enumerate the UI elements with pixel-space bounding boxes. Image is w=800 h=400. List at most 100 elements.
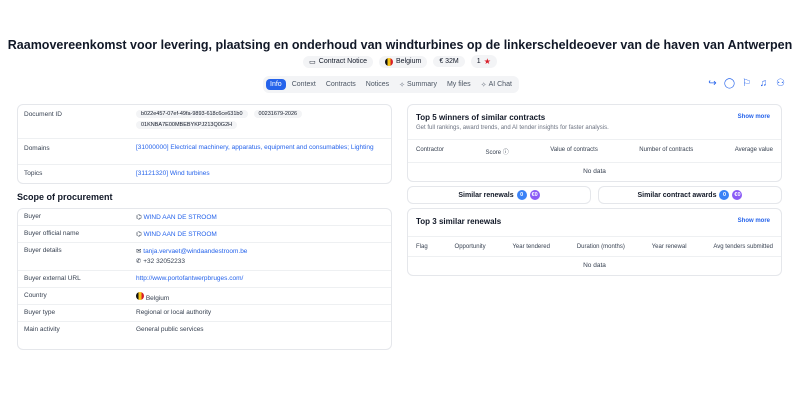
bell-icon[interactable]: ♫ <box>758 76 769 90</box>
column-header[interactable]: Value of contracts <box>550 147 598 156</box>
country: Belgium <box>396 58 422 65</box>
buyer-official-name: WIND AAN DE STROOM <box>143 231 217 238</box>
similar-awards-label: Similar contract awards <box>637 191 717 199</box>
external-url-row: Buyer external URL http://www.portofantw… <box>18 271 391 288</box>
tab-bar: Info Context Contracts Notices ✧ Summary … <box>263 76 519 93</box>
tab-notices[interactable]: Notices <box>362 79 393 90</box>
country-label: Country <box>24 292 47 299</box>
winners-show-more-link[interactable]: Show more <box>738 114 770 120</box>
flag-icon[interactable]: ⚐ <box>741 76 752 90</box>
buyer-phone: +32 32052233 <box>143 258 186 265</box>
winners-subtitle: Get full rankings, award trends, and AI … <box>416 125 609 131</box>
belgium-flag-icon <box>136 292 144 300</box>
document-id-values: b022e457-07ef-49fa-9893-618c6ce631b0 0023… <box>130 105 391 138</box>
notice-type-chip: ▭ Contract Notice <box>303 55 374 68</box>
country-row: Country Belgium <box>18 288 391 305</box>
tab-ai-chat-label: AI Chat <box>488 81 512 88</box>
scope-card: Buyer ⌬ WIND AAN DE STROOM Buyer officia… <box>17 208 392 350</box>
document-id-label: Document ID <box>24 111 62 118</box>
tab-info[interactable]: Info <box>266 79 286 90</box>
similar-renewals-label: Similar renewals <box>458 191 514 199</box>
rating-chip[interactable]: 1 ★ <box>470 55 497 68</box>
add-user-icon[interactable]: ⚇ <box>775 76 786 90</box>
similar-renewals-count: 0 <box>516 190 527 200</box>
value-chip: € 32M <box>433 56 465 67</box>
tab-context[interactable]: Context <box>288 79 320 90</box>
buyer-details: ✉ tanja.vervaet@windaandestroom.be ✆ +32… <box>130 243 391 273</box>
notice-type: Contract Notice <box>318 58 368 65</box>
sparkle-icon: ✧ <box>399 81 405 89</box>
buyer-type-value: Regional or local authority <box>136 309 212 316</box>
buyer-official-row: Buyer official name ⌬ WIND AAN DE STROOM <box>18 226 391 243</box>
buyer-official-label: Buyer official name <box>24 230 80 237</box>
similar-awards-count: 0 <box>719 190 730 200</box>
main-activity-label: Main activity <box>24 326 60 333</box>
buyer-link[interactable]: ⌬ WIND AAN DE STROOM <box>130 209 391 227</box>
winners-table-header: Contractor Score ⓘ Value of contracts Nu… <box>408 140 781 162</box>
tab-contracts[interactable]: Contracts <box>322 79 360 90</box>
column-header[interactable]: Year renewal <box>652 244 687 250</box>
column-header[interactable]: Score ⓘ <box>485 147 508 156</box>
info-icon: ⓘ <box>502 150 509 156</box>
notice-meta: ▭ Contract Notice Belgium € 32M 1 ★ <box>0 55 800 68</box>
similar-renewals-button[interactable]: Similar renewals 0 €0 <box>407 186 591 204</box>
similar-awards-value: €0 <box>732 190 743 200</box>
scope-heading: Scope of procurement <box>17 192 113 202</box>
renewals-show-more-link[interactable]: Show more <box>738 218 770 224</box>
buyer-details-row: Buyer details ✉ tanja.vervaet@windaandes… <box>18 243 391 271</box>
info-card: Document ID b022e457-07ef-49fa-9893-618c… <box>17 104 392 184</box>
tab-summary-label: Summary <box>407 81 437 88</box>
action-bar: ↪ ◯ ⚐ ♫ ⚇ <box>707 76 786 90</box>
buyer-name: WIND AAN DE STROOM <box>143 214 217 221</box>
similar-awards-button[interactable]: Similar contract awards 0 €0 <box>598 186 782 204</box>
main-activity-row: Main activity General public services <box>18 322 391 339</box>
renewals-table-header: Flag Opportunity Year tendered Duration … <box>408 237 781 256</box>
external-url-label: Buyer external URL <box>24 275 81 282</box>
tab-my-files[interactable]: My files <box>443 79 475 90</box>
renewals-empty-state: No data <box>583 262 606 269</box>
country-chip: Belgium <box>379 55 428 68</box>
column-header[interactable]: Avg tenders submitted <box>713 244 773 250</box>
column-header[interactable]: Year tendered <box>512 244 549 250</box>
document-icon: ▭ <box>309 58 316 66</box>
column-header[interactable]: Average value <box>735 147 773 156</box>
score-header-label: Score <box>485 150 502 156</box>
document-id-pill[interactable]: 01KNBA7E00MBEBYKPJ213Q0G2H <box>136 121 238 129</box>
share-icon[interactable]: ↪ <box>707 76 718 90</box>
domains-label: Domains <box>24 145 50 152</box>
winners-title: Top 5 winners of similar contracts <box>416 113 546 122</box>
tab-ai-chat[interactable]: ✧ AI Chat <box>477 79 516 91</box>
winners-card: Top 5 winners of similar contracts Get f… <box>407 104 782 182</box>
buyer-type-row: Buyer type Regional or local authority <box>18 305 391 322</box>
buyer-official-link[interactable]: ⌬ WIND AAN DE STROOM <box>130 226 391 244</box>
domains-link[interactable]: [31000000] Electrical machinery, apparat… <box>130 139 391 158</box>
document-id-pill[interactable]: 00231679-2026 <box>253 110 303 118</box>
column-header[interactable]: Flag <box>416 244 428 250</box>
rating-count: 1 <box>476 58 481 65</box>
external-url-link[interactable]: http://www.portofantwerpbruges.com/ <box>130 271 391 288</box>
page-title: Raamovereenkomst voor levering, plaatsin… <box>7 38 793 52</box>
country-name: Belgium <box>145 295 170 302</box>
column-header[interactable]: Opportunity <box>455 244 486 250</box>
winners-empty-state: No data <box>583 168 606 175</box>
renewals-card: Top 3 similar renewals Show more Flag Op… <box>407 208 782 276</box>
domains-row: Domains [31000000] Electrical machinery,… <box>18 139 391 165</box>
renewals-title: Top 3 similar renewals <box>416 217 502 226</box>
column-header[interactable]: Contractor <box>416 147 444 156</box>
document-id-row: Document ID b022e457-07ef-49fa-9893-618c… <box>18 105 391 139</box>
buyer-type-label: Buyer type <box>24 309 56 316</box>
column-header[interactable]: Number of contracts <box>639 147 693 156</box>
column-header[interactable]: Duration (months) <box>577 244 625 250</box>
topics-link[interactable]: [31121320] Wind turbines <box>130 165 391 183</box>
similar-renewals-value: €0 <box>529 190 540 200</box>
belgium-flag-icon <box>385 57 394 66</box>
sparkle-icon: ✧ <box>480 81 487 89</box>
star-icon: ★ <box>483 57 491 66</box>
tab-summary[interactable]: ✧ Summary <box>395 79 441 91</box>
document-id-pill[interactable]: b022e457-07ef-49fa-9893-618c6ce631b0 <box>136 110 248 118</box>
topics-label: Topics <box>24 170 43 177</box>
comment-icon[interactable]: ◯ <box>724 76 735 90</box>
buyer-email[interactable]: tanja.vervaet@windaandestroom.be <box>143 248 247 255</box>
topics-row: Topics [31121320] Wind turbines <box>18 165 391 183</box>
buyer-label: Buyer <box>24 213 41 220</box>
